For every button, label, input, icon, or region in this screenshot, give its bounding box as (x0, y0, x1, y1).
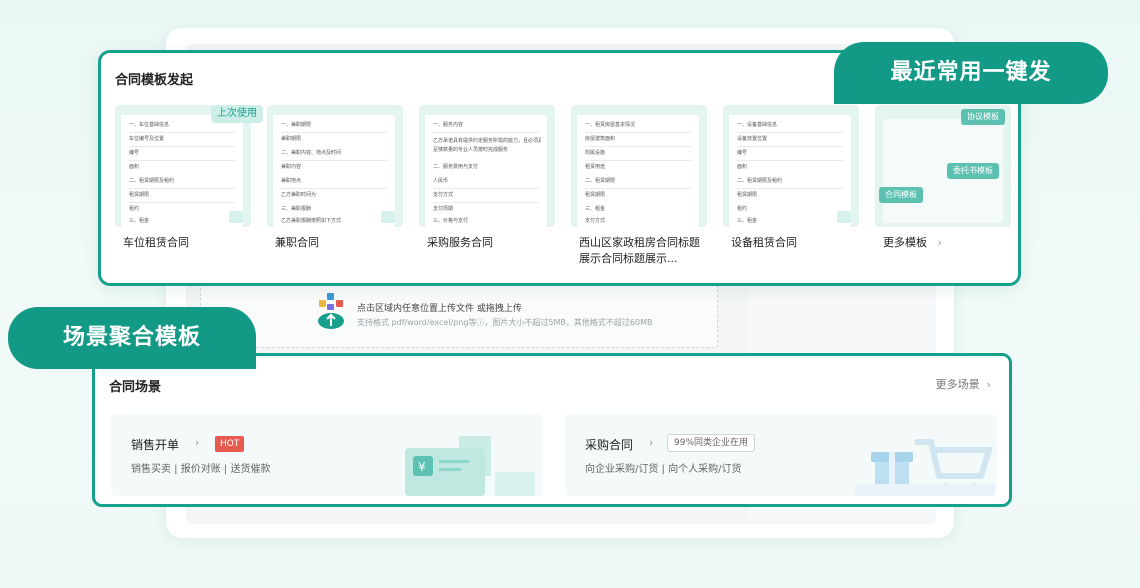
doc-badge-icon (837, 211, 851, 223)
invoice-illustration-icon: ¥ (405, 436, 535, 496)
template-name: 兼职合同 (275, 236, 319, 249)
doc-line: 三、租金 (737, 218, 758, 224)
scene-card-sales-order[interactable]: 销售开单 › HOT 销售买卖 | 报价对账 | 送货催款 ¥ (111, 414, 543, 496)
more-templates-card[interactable]: 协议模板 委托书模板 合同模板 更多模板 › (875, 105, 1011, 271)
chevron-right-icon: › (649, 436, 654, 449)
scene-templates-banner: 场景聚合模板 (8, 307, 256, 369)
doc-line: 乙方承诺具有提供约定服务所需的能力，且必须具备 (433, 138, 541, 144)
doc-line: 三、租金 (129, 218, 150, 224)
doc-line: 一、租赁房屋基本情况 (585, 122, 636, 128)
template-name: 采购服务合同 (427, 236, 493, 249)
scene-title: 采购合同 (585, 438, 634, 452)
doc-line: 设备放置位置 (737, 136, 768, 142)
doc-line: 兼职内容 (281, 164, 302, 170)
usage-badge: 99%同类企业在用 (667, 434, 756, 452)
doc-line: 附属设施 (585, 150, 606, 156)
chevron-right-icon: › (195, 436, 200, 449)
doc-line: 三、兼职报酬 (281, 206, 312, 212)
doc-line: 租赁期限 (585, 192, 606, 198)
doc-line: 二、服务费用与支付 (433, 164, 479, 170)
pill-entrust-template: 委托书模板 (947, 163, 999, 179)
upload-dropzone[interactable]: 点击区域内任意位置上传文件 或拖拽上传 支持格式 pdf/word/excel/… (200, 282, 718, 348)
doc-line: 面积 (737, 164, 748, 170)
scene-subtitle: 向企业采购/订货 | 向个人采购/订货 (585, 464, 742, 475)
last-used-badge: 上次使用 (211, 105, 263, 123)
shopping-cart-illustration-icon (855, 439, 995, 496)
doc-line: 乙方兼职报酬按照如下方式 (281, 218, 342, 224)
doc-line: 三、租金 (585, 206, 606, 212)
doc-line: 兼职期限 (281, 136, 302, 142)
svg-text:¥: ¥ (418, 460, 426, 474)
doc-line: 支付方式 (585, 218, 606, 224)
panel-title: 合同场景 (109, 380, 162, 395)
doc-line: 二、租赁期限及租约 (737, 178, 783, 184)
doc-line: 租赁期限 (129, 192, 150, 198)
template-card-procurement-service[interactable]: 一、服务内容 乙方承诺具有提供约定服务所需的能力，且必须具备 足够数量的专业人员… (419, 105, 555, 271)
more-templates-label: 更多模板 › (883, 235, 942, 251)
doc-line: 车位编号及位置 (129, 136, 165, 142)
template-name: 设备租赁合同 (731, 236, 797, 249)
more-scenes-link[interactable]: 更多场景 › (936, 376, 991, 392)
template-card-part-time[interactable]: 一、兼职期限 兼职期限 二、兼职内容、地点及时间 兼职内容 兼职地点 乙方兼职时… (267, 105, 403, 271)
chevron-right-icon: › (930, 236, 942, 249)
doc-line: 面积 (129, 164, 140, 170)
scene-card-procurement[interactable]: 采购合同 › 99%同类企业在用 向企业采购/订货 | 向个人采购/订货 (565, 414, 997, 496)
doc-line: 租赁用途 (585, 164, 606, 170)
more-scenes-text: 更多场景 (935, 378, 980, 391)
hot-badge: HOT (215, 436, 245, 452)
doc-line: 二、兼职内容、地点及时间 (281, 150, 342, 156)
doc-line: 二、租赁期限及租约 (129, 178, 175, 184)
template-preview: 一、租赁房屋基本情况 房屋建筑面积 附属设施 租赁用途 二、租赁期限 租赁期限 … (571, 105, 707, 227)
template-preview: 一、服务内容 乙方承诺具有提供约定服务所需的能力，且必须具备 足够数量的专业人员… (419, 105, 555, 227)
doc-line: 租约 (737, 206, 748, 212)
doc-line: 编号 (737, 150, 748, 156)
upload-cloud-icon (318, 293, 344, 329)
more-templates-text: 更多模板 (883, 236, 927, 249)
doc-line: 编号 (129, 150, 140, 156)
chevron-right-icon: › (983, 378, 991, 391)
contract-scenes-panel: 合同场景 更多场景 › 销售开单 › HOT 销售买卖 | 报价对账 | 送货催… (92, 353, 1012, 507)
template-card-housing-lease[interactable]: 一、租赁房屋基本情况 房屋建筑面积 附属设施 租赁用途 二、租赁期限 租赁期限 … (571, 105, 707, 271)
doc-line: 租约 (129, 206, 140, 212)
doc-line: 一、兼职期限 (281, 122, 312, 128)
scene-title: 销售开单 (131, 438, 180, 452)
more-templates-preview: 协议模板 委托书模板 合同模板 (875, 105, 1011, 227)
template-card-equipment-lease[interactable]: 一、设备基础信息 设备放置位置 编号 面积 二、租赁期限及租约 租赁期限 租约 … (723, 105, 859, 271)
doc-line: 人民币 (433, 178, 449, 184)
upload-hint: 支持格式 pdf/word/excel/png等ⓘ，图片大小不超过5MB，其他格… (357, 318, 653, 327)
template-preview: 一、设备基础信息 设备放置位置 编号 面积 二、租赁期限及租约 租赁期限 租约 … (723, 105, 859, 227)
doc-line: 兼职地点 (281, 178, 302, 184)
doc-line: 房屋建筑面积 (585, 136, 616, 142)
template-preview: 一、兼职期限 兼职期限 二、兼职内容、地点及时间 兼职内容 兼职地点 乙方兼职时… (267, 105, 403, 227)
template-name: 西山区家政租房合同标题展示合同标题展示... (579, 236, 700, 265)
doc-line: 二、租赁期限 (585, 178, 616, 184)
doc-line: 乙方兼职时间为 (281, 192, 317, 198)
upload-title: 点击区域内任意位置上传文件 或拖拽上传 (357, 304, 522, 314)
doc-line: 租赁期限 (737, 192, 758, 198)
pill-agreement-template: 协议模板 (961, 109, 1005, 125)
template-preview: 一、车位基础信息 车位编号及位置 编号 面积 二、租赁期限及租约 租赁期限 租约… (115, 105, 251, 227)
doc-badge-icon (229, 211, 243, 223)
recent-quick-send-banner: 最近常用一键发 (834, 42, 1108, 104)
doc-line: 一、设备基础信息 (737, 122, 778, 128)
doc-line: 足够数量的专业人员按时完成服务 (433, 147, 509, 153)
doc-badge-icon (381, 211, 395, 223)
pill-contract-template: 合同模板 (879, 187, 923, 203)
doc-line: 支付方式 (433, 192, 454, 198)
template-card-parking-lease[interactable]: 一、车位基础信息 车位编号及位置 编号 面积 二、租赁期限及租约 租赁期限 租约… (115, 105, 263, 271)
doc-line: 三、价格与支付 (433, 218, 469, 224)
doc-line: 支付周期 (433, 206, 454, 212)
scene-subtitle: 销售买卖 | 报价对账 | 送货催款 (131, 464, 271, 475)
doc-line: 一、服务内容 (433, 122, 464, 128)
panel-title: 合同模板发起 (115, 73, 194, 88)
template-name: 车位租赁合同 (123, 236, 189, 249)
